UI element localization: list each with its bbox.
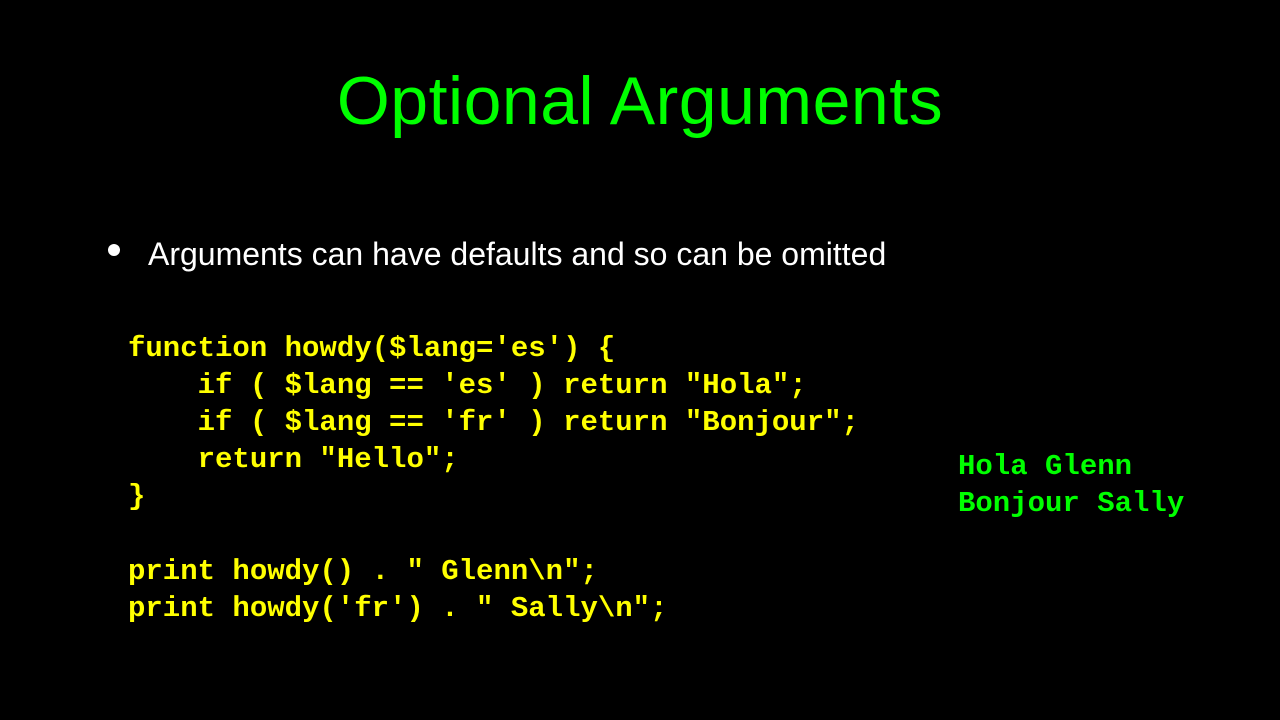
code-block: function howdy($lang='es') { if ( $lang …	[128, 330, 859, 627]
bullet-text: Arguments can have defaults and so can b…	[148, 236, 886, 273]
bullet-icon	[108, 244, 120, 256]
bullet-item: Arguments can have defaults and so can b…	[108, 236, 886, 273]
slide-title: Optional Arguments	[0, 62, 1280, 140]
output-block: Hola Glenn Bonjour Sally	[958, 448, 1184, 522]
slide: Optional Arguments Arguments can have de…	[0, 0, 1280, 720]
